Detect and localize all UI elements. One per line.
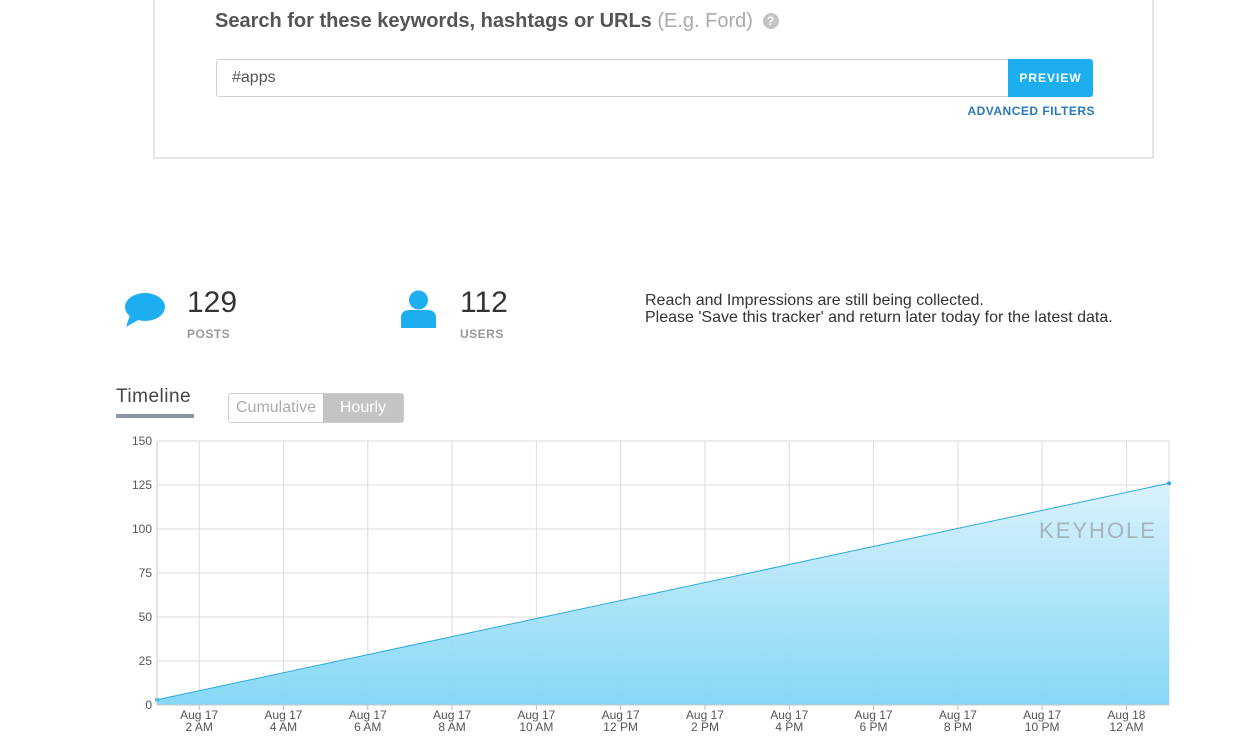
users-label: USERS bbox=[460, 327, 504, 341]
users-count: 112 bbox=[460, 286, 508, 319]
question-circle-icon[interactable]: ? bbox=[762, 13, 779, 29]
x-tick-label-time: 6 AM bbox=[354, 720, 381, 734]
timeline-mode-toggle: Cumulative Hourly bbox=[228, 393, 404, 423]
reach-note-line-2: Please 'Save this tracker' and return la… bbox=[645, 309, 1113, 326]
y-tick-label: 75 bbox=[139, 566, 153, 580]
x-tick-label-time: 2 PM bbox=[691, 720, 719, 734]
search-input[interactable] bbox=[216, 59, 1008, 97]
y-tick-label: 150 bbox=[132, 434, 152, 448]
x-tick-label-time: 4 AM bbox=[270, 720, 297, 734]
search-example-text: (E.g. Ford) bbox=[657, 10, 753, 32]
speech-bubble-icon bbox=[125, 293, 165, 327]
search-panel: Search for these keywords, hashtags or U… bbox=[153, 0, 1154, 159]
chart-area-layer bbox=[155, 481, 1171, 705]
keyhole-watermark: KEYHOLE bbox=[1039, 518, 1157, 543]
posts-label: POSTS bbox=[187, 327, 231, 341]
posts-count: 129 bbox=[187, 286, 238, 319]
x-tick-label-time: 10 PM bbox=[1025, 720, 1060, 734]
x-tick-label-time: 2 AM bbox=[185, 720, 212, 734]
reach-note: Reach and Impressions are still being co… bbox=[645, 292, 1113, 326]
hourly-button[interactable]: Hourly bbox=[323, 394, 403, 422]
search-heading-text: Search for these keywords, hashtags or U… bbox=[215, 10, 652, 32]
series-area bbox=[157, 483, 1169, 705]
x-tick-label-time: 4 PM bbox=[775, 720, 803, 734]
user-icon bbox=[401, 290, 436, 328]
search-heading: Search for these keywords, hashtags or U… bbox=[215, 10, 779, 33]
y-tick-label: 25 bbox=[139, 654, 153, 668]
reach-note-line-1: Reach and Impressions are still being co… bbox=[645, 292, 984, 309]
preview-button[interactable]: PREVIEW bbox=[1008, 59, 1093, 97]
advanced-filters-link[interactable]: ADVANCED FILTERS bbox=[935, 104, 1095, 118]
y-tick-label: 100 bbox=[132, 522, 152, 536]
timeline-chart: KEYHOLE 0255075100125150Aug 172 AMAug 17… bbox=[132, 434, 1171, 734]
y-tick-label: 125 bbox=[132, 478, 152, 492]
x-tick-label-time: 10 AM bbox=[519, 720, 553, 734]
cumulative-button[interactable]: Cumulative bbox=[229, 394, 323, 422]
x-tick-label-time: 12 AM bbox=[1109, 720, 1143, 734]
tab-timeline[interactable]: Timeline bbox=[116, 386, 194, 418]
y-tick-label: 50 bbox=[139, 610, 153, 624]
data-point bbox=[1167, 481, 1171, 486]
x-tick-label-time: 8 PM bbox=[944, 720, 972, 734]
x-tick-label-time: 12 PM bbox=[603, 720, 638, 734]
x-tick-label-time: 8 AM bbox=[438, 720, 465, 734]
x-tick-label-time: 6 PM bbox=[860, 720, 888, 734]
y-tick-label: 0 bbox=[145, 698, 152, 712]
